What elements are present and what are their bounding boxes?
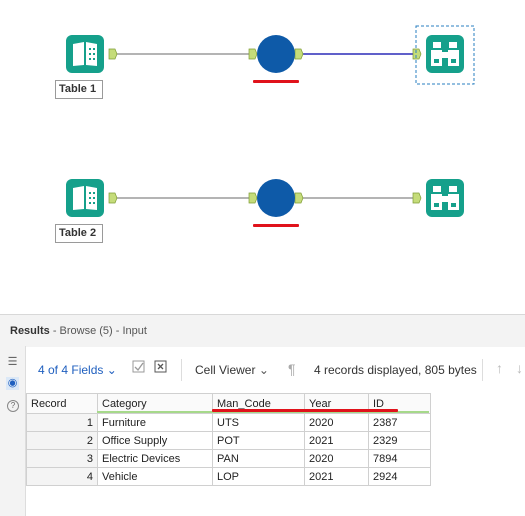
workflow-canvas[interactable]: Table 1 Table 2: [0, 0, 525, 314]
red-underline: [253, 80, 299, 83]
formula-tool-circle[interactable]: [257, 35, 295, 73]
chevron-down-icon: ⌄: [106, 363, 117, 377]
cell: 2387: [368, 413, 431, 432]
results-toolbar: 4 of 4 Fields ⌄ Cell Viewer ⌄ ¶ 4 record…: [26, 352, 525, 386]
fields-dropdown[interactable]: 4 of 4 Fields ⌄: [38, 363, 117, 377]
cell: Electric Devices: [97, 449, 213, 468]
cell: 2020: [304, 449, 369, 468]
input-tool-icon[interactable]: [66, 179, 104, 222]
binoculars-icon[interactable]: ◉: [6, 377, 19, 390]
browse-tool-icon[interactable]: [426, 179, 464, 222]
chevron-down-icon: ⌄: [258, 363, 269, 377]
cell: 2329: [368, 431, 431, 450]
results-table: Record Category Man_Code Year ID 1 Furni…: [26, 393, 431, 486]
arrow-up-icon[interactable]: ↑: [496, 360, 503, 376]
table-row[interactable]: 2 Office Supply POT 2021 2329: [26, 431, 431, 450]
deselect-icon[interactable]: [154, 360, 168, 374]
cell: 3: [26, 449, 98, 468]
cell-viewer-dropdown[interactable]: Cell Viewer ⌄: [195, 363, 269, 377]
cell: POT: [212, 431, 305, 450]
results-title: Results: [10, 325, 50, 337]
toolbar-divider: [181, 359, 182, 381]
cell: 1: [26, 413, 98, 432]
arrow-down-icon[interactable]: ↓: [516, 360, 523, 376]
cell: 4: [26, 467, 98, 486]
input-tool-icon[interactable]: [66, 35, 104, 78]
cell: 2021: [304, 431, 369, 450]
cell: Vehicle: [97, 467, 213, 486]
results-sidebar: ☰ ◉ ?: [0, 346, 26, 516]
red-underline: [212, 409, 398, 412]
cell: PAN: [212, 449, 305, 468]
red-underline: [253, 224, 299, 227]
tool-label: Table 1: [55, 80, 104, 99]
checkbox-icon[interactable]: [132, 360, 146, 374]
cell: Office Supply: [97, 431, 213, 450]
cell: UTS: [212, 413, 305, 432]
pilcrow-icon[interactable]: ¶: [288, 361, 296, 377]
results-header: Results - Browse (5) - Input: [0, 314, 525, 347]
cell-viewer-label: Cell Viewer: [195, 363, 256, 377]
table-row[interactable]: 3 Electric Devices PAN 2020 7894: [26, 449, 431, 468]
records-status: 4 records displayed, 805 bytes: [314, 363, 477, 377]
formula-tool-circle[interactable]: [257, 179, 295, 217]
results-subtitle: - Browse (5) - Input: [52, 325, 147, 337]
cell: 2020: [304, 413, 369, 432]
fields-label: 4 of 4 Fields: [38, 363, 104, 377]
cell: 2924: [368, 467, 431, 486]
tool-label: Table 2: [55, 224, 104, 243]
browse-tool-icon[interactable]: [426, 35, 464, 78]
cell: 2: [26, 431, 98, 450]
toolbar-divider: [482, 359, 483, 381]
cell: 2021: [304, 467, 369, 486]
help-icon[interactable]: ?: [7, 400, 19, 412]
cell: 7894: [368, 449, 431, 468]
table-row[interactable]: 1 Furniture UTS 2020 2387: [26, 413, 431, 432]
list-icon[interactable]: ☰: [6, 356, 19, 369]
cell: LOP: [212, 467, 305, 486]
cell: Furniture: [97, 413, 213, 432]
table-row[interactable]: 4 Vehicle LOP 2021 2924: [26, 467, 431, 486]
column-header[interactable]: Record: [26, 393, 98, 414]
